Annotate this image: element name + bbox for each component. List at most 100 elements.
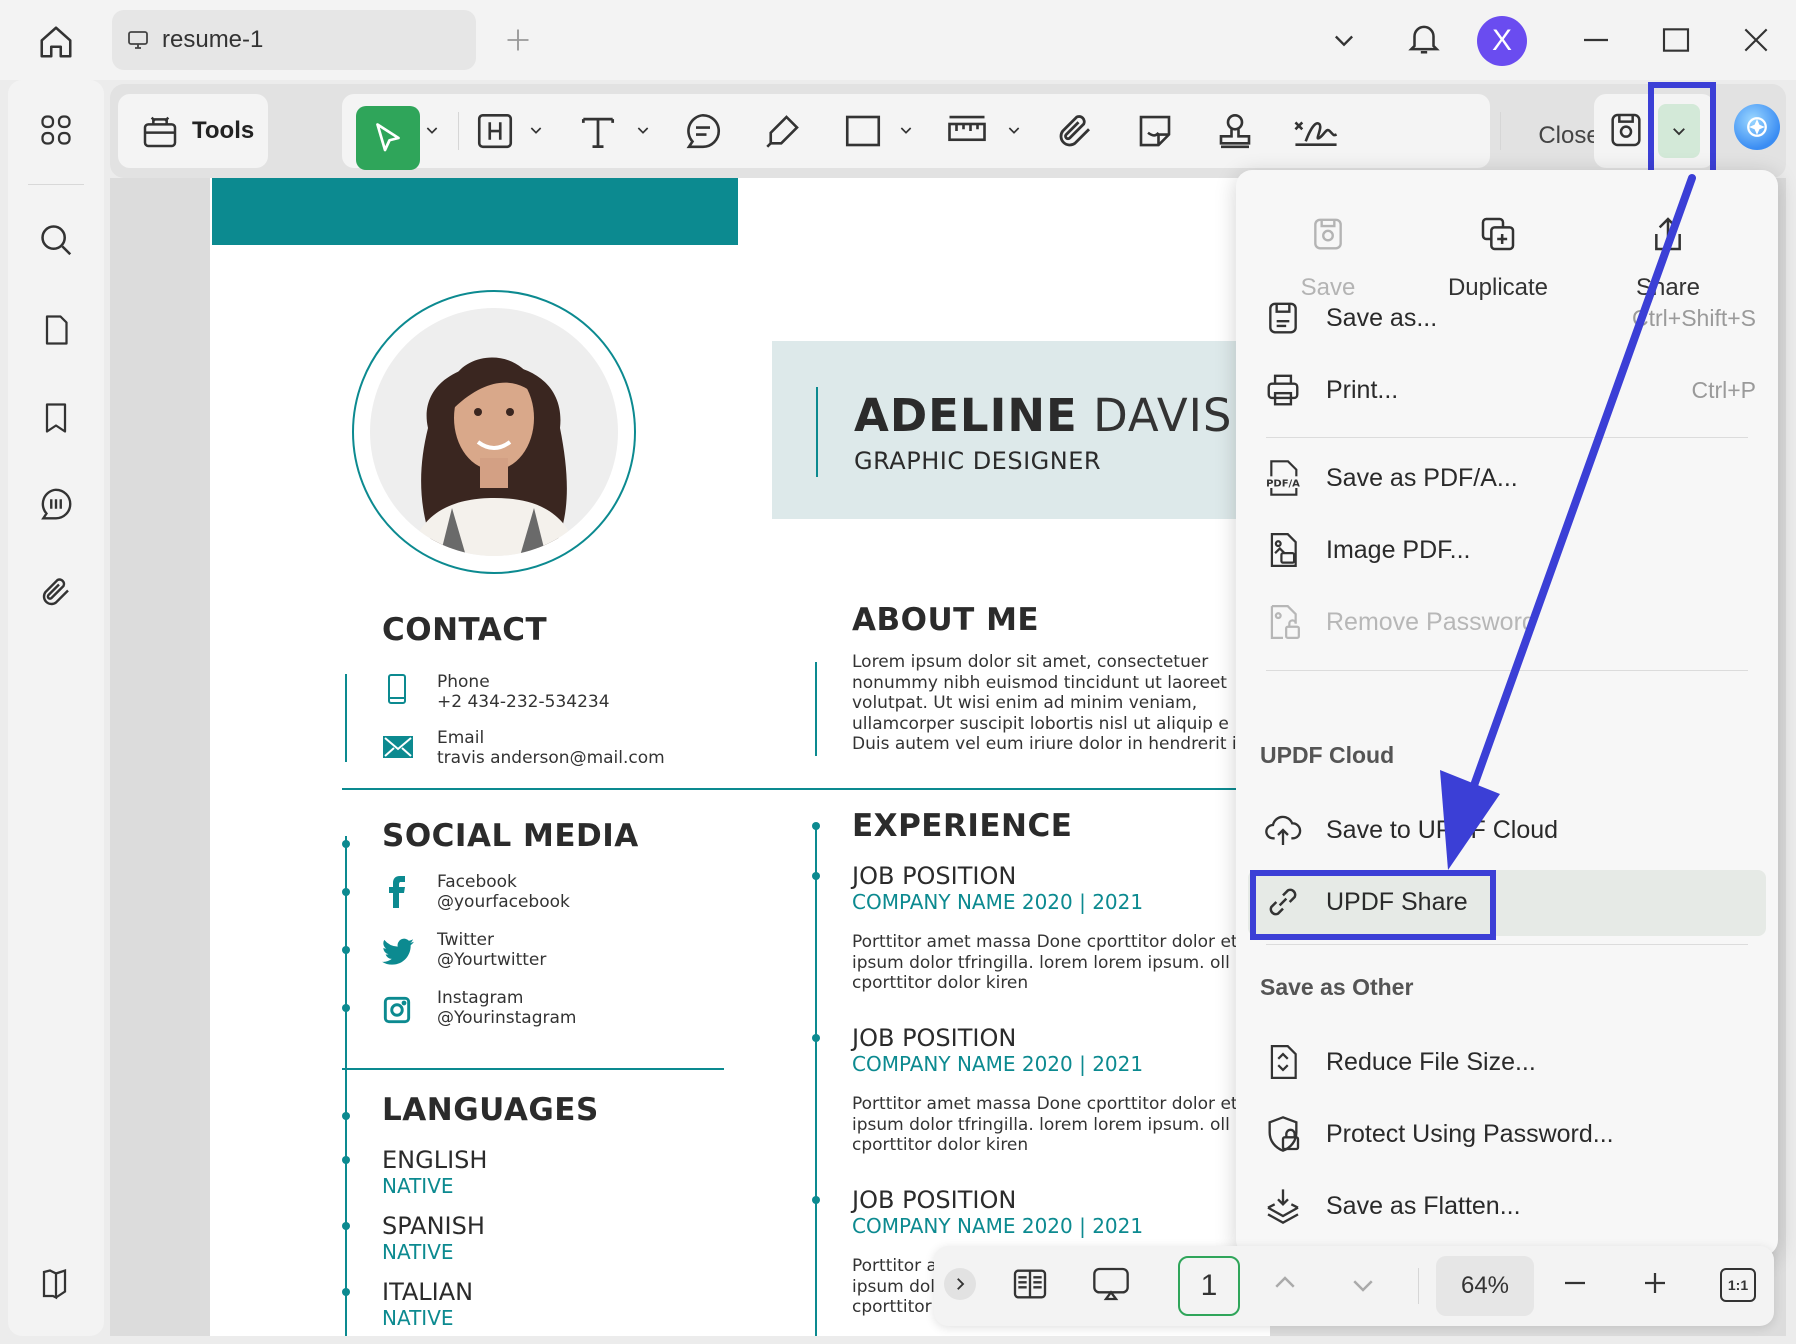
zoom-in-icon[interactable] — [1640, 1268, 1670, 1298]
book-icon[interactable] — [34, 1262, 78, 1306]
attachment-icon[interactable] — [34, 570, 78, 614]
close-window-icon[interactable] — [1738, 22, 1774, 58]
sticker-icon[interactable] — [1134, 110, 1176, 152]
experience-line — [815, 826, 817, 1336]
section-divider — [342, 1068, 724, 1070]
main-toolbar: Tools Close — [110, 84, 1786, 178]
toolbox-icon — [140, 111, 180, 151]
protect-label: Protect Using Password... — [1326, 1119, 1614, 1148]
chevron-down-icon[interactable] — [898, 122, 914, 138]
rail-divider — [28, 184, 84, 185]
timeline-dot — [812, 872, 820, 880]
facebook-handle: @yourfacebook — [437, 892, 570, 912]
language-name: SPANISH — [382, 1212, 485, 1240]
page-number-input[interactable]: 1 — [1178, 1256, 1240, 1316]
job-position: JOB POSITION — [852, 1186, 1017, 1214]
ai-assistant-icon[interactable] — [1734, 104, 1780, 150]
twitter-name: Twitter — [437, 930, 494, 950]
expand-icon[interactable] — [944, 1268, 976, 1300]
chevron-down-icon[interactable] — [1348, 1270, 1378, 1300]
chevron-down-icon[interactable] — [635, 122, 651, 138]
language-name: ITALIAN — [382, 1278, 474, 1306]
cloud-upload-icon — [1260, 810, 1306, 850]
tab-title: resume-1 — [162, 26, 264, 53]
comment-list-icon[interactable] — [34, 482, 78, 526]
monitor-icon — [126, 28, 150, 52]
actual-size-button[interactable]: 1:1 — [1720, 1268, 1756, 1302]
timeline-dot — [812, 1034, 820, 1042]
facebook-name: Facebook — [437, 872, 517, 892]
bell-icon[interactable] — [1402, 16, 1446, 60]
unlock-icon — [1260, 602, 1306, 642]
presentation-icon[interactable] — [1090, 1264, 1132, 1304]
bottom-navigation-bar: 1 64% 1:1 — [934, 1246, 1774, 1326]
save-icon[interactable] — [1606, 108, 1646, 152]
printer-icon — [1260, 371, 1306, 409]
language-level: NATIVE — [382, 1306, 454, 1330]
avatar[interactable]: X — [1477, 16, 1527, 66]
menu-reduce-size[interactable]: Reduce File Size... — [1260, 1032, 1766, 1092]
name-divider — [816, 387, 818, 477]
timeline-dot — [812, 1196, 820, 1204]
document-tab[interactable]: resume-1 — [112, 10, 476, 70]
tools-button[interactable]: Tools — [118, 94, 268, 168]
signature-icon[interactable] — [1292, 110, 1340, 152]
bookmark-icon[interactable] — [34, 396, 78, 440]
print-label: Print... — [1326, 375, 1399, 404]
highlighter-icon[interactable] — [762, 110, 804, 152]
timeline-dot — [342, 1112, 350, 1120]
twitter-handle: @Yourtwitter — [437, 950, 547, 970]
flatten-label: Save as Flatten... — [1326, 1191, 1521, 1220]
stamp-icon[interactable] — [1214, 110, 1256, 152]
phone-label: Phone — [437, 672, 490, 692]
last-name: DAVIS — [1093, 389, 1233, 442]
chevron-down-icon[interactable] — [1326, 22, 1362, 58]
timeline-dot — [342, 888, 350, 896]
job-position: JOB POSITION — [852, 1024, 1017, 1052]
svg-text:PDF/A: PDF/A — [1266, 478, 1300, 489]
heading-icon[interactable] — [474, 110, 516, 152]
instagram-icon — [383, 996, 411, 1024]
email-value: travis anderson@mail.com — [437, 748, 665, 768]
home-icon[interactable] — [34, 20, 78, 64]
menu-save-flatten[interactable]: Save as Flatten... — [1260, 1176, 1766, 1236]
save-icon — [1258, 206, 1398, 262]
text-icon[interactable] — [576, 110, 620, 154]
rectangle-icon[interactable] — [842, 110, 884, 152]
page-icon[interactable] — [34, 308, 78, 352]
dropdown-highlight-box — [1648, 82, 1716, 178]
chevron-up-icon[interactable] — [1270, 1268, 1300, 1298]
reading-mode-icon[interactable] — [1010, 1264, 1050, 1304]
job-company: COMPANY NAME 2020 | 2021 — [852, 1214, 1144, 1238]
language-level: NATIVE — [382, 1240, 454, 1264]
chevron-down-icon[interactable] — [424, 122, 440, 138]
contact-line — [345, 674, 347, 762]
title-bar: resume-1 X — [0, 0, 1796, 80]
chevron-down-icon[interactable] — [1006, 122, 1022, 138]
thumbnails-icon[interactable] — [34, 108, 78, 152]
timeline-dot — [342, 840, 350, 848]
menu-protect-password[interactable]: Protect Using Password... — [1260, 1104, 1766, 1164]
maximize-icon[interactable] — [1658, 22, 1694, 58]
attach-icon[interactable] — [1054, 110, 1096, 152]
instagram-name: Instagram — [437, 988, 524, 1008]
search-icon[interactable] — [34, 218, 78, 262]
toolbar-divider — [458, 112, 459, 150]
section-divider — [342, 788, 1270, 790]
header-bar — [212, 178, 738, 245]
new-tab-icon[interactable] — [500, 22, 536, 58]
zoom-level[interactable]: 64% — [1436, 1256, 1534, 1316]
zoom-out-icon[interactable] — [1560, 1268, 1590, 1298]
minimize-icon[interactable] — [1578, 22, 1614, 58]
measure-icon[interactable] — [944, 110, 990, 152]
other-section-heading: Save as Other — [1260, 974, 1414, 1000]
comment-icon[interactable] — [682, 110, 724, 152]
select-tool[interactable] — [356, 106, 420, 170]
job-description: Porttitor amet massa Done cporttitor dol… — [852, 932, 1248, 993]
tools-label: Tools — [192, 117, 255, 144]
job-company: COMPANY NAME 2020 | 2021 — [852, 1052, 1144, 1076]
chevron-down-icon[interactable] — [528, 122, 544, 138]
facebook-icon — [388, 876, 406, 908]
toolbar-divider — [1500, 112, 1501, 150]
social-heading: SOCIAL MEDIA — [382, 818, 639, 854]
